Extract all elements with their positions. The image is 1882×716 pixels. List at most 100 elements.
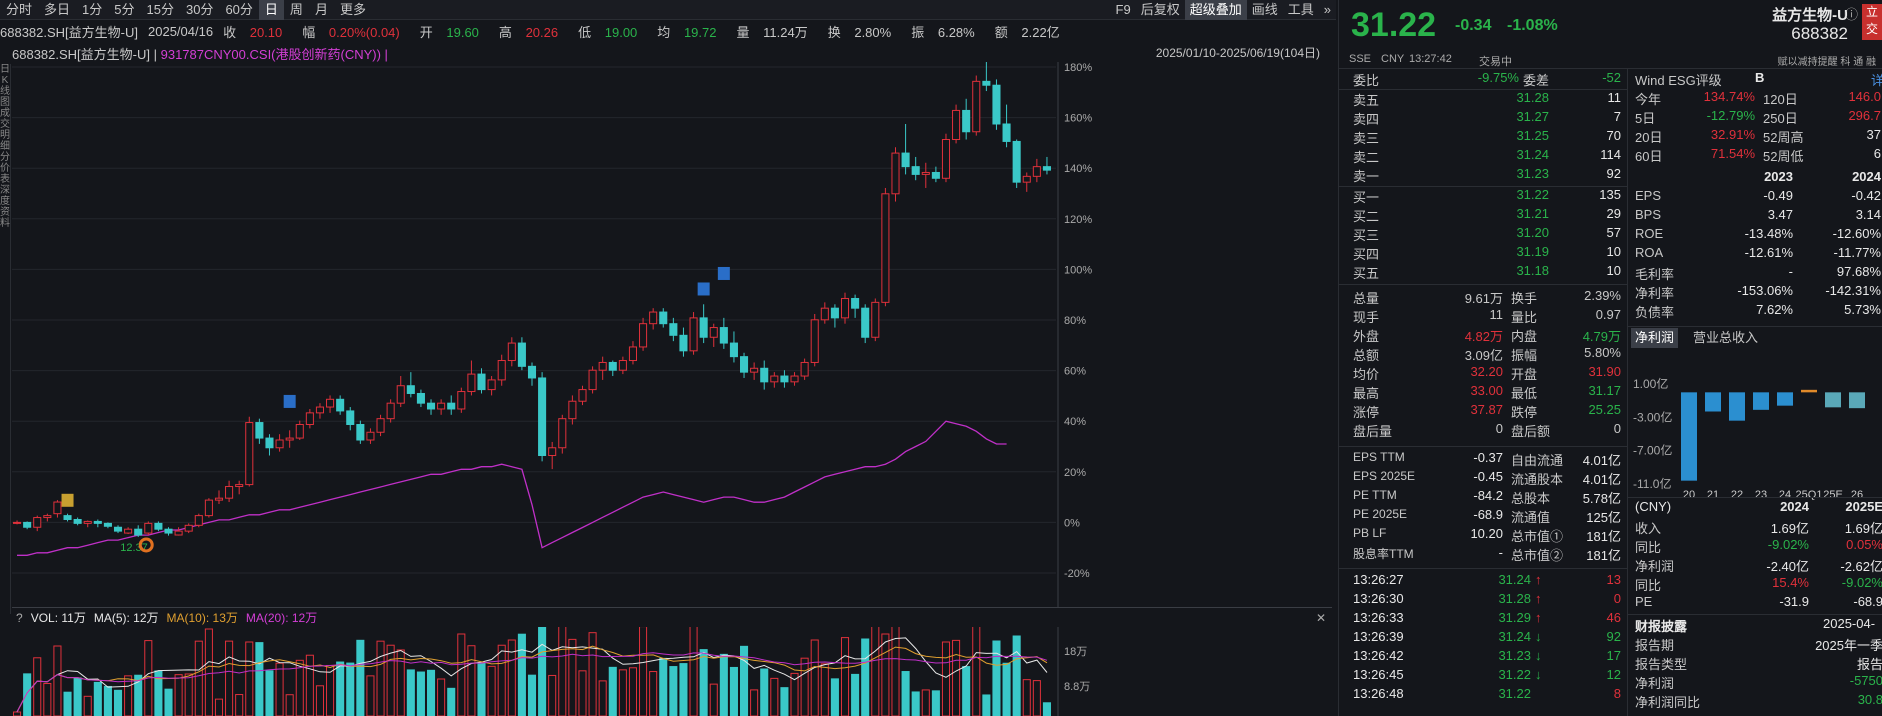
period-tab-3[interactable]: 5分 [108,0,140,20]
candle [255,418,264,444]
wc-value: -52 [1602,70,1621,85]
candle [941,133,951,183]
help-icon[interactable]: ? [16,611,23,625]
legend-overlay[interactable]: 931787CNY00.CSI(港股创新药(CNY)) | [161,47,388,62]
fin-label: BPS [1635,207,1662,222]
candle [962,98,971,140]
fin-label: 净利率 [1635,286,1675,301]
close-icon[interactable]: ✕ [1316,611,1326,625]
period-tab-10[interactable]: 更多 [334,0,372,20]
bid-label: 买三 [1353,228,1380,243]
net-profit-bar [1801,389,1817,393]
fin-tab-1[interactable]: 营业总收入 [1689,328,1762,348]
period-tab-2[interactable]: 1分 [76,0,108,20]
esg-detail-link[interactable]: 详 [1871,70,1882,89]
period-tab-6[interactable]: 60分 [219,0,258,20]
candle [346,407,355,431]
divider [1627,497,1882,498]
candle [699,304,708,344]
ask-price[interactable]: 31.23 [1489,166,1549,181]
volume-bar [881,633,890,716]
candle [1002,104,1011,148]
tool-button-2[interactable]: 超级叠加 [1184,0,1247,20]
side-label-2: 线 [0,86,10,97]
candle [750,362,759,380]
fund-label: EPS 2025E [1353,469,1416,483]
est-head: 2024 [1780,499,1809,514]
bid-price[interactable]: 31.21 [1489,206,1549,221]
stat-value: 32.20 [1470,364,1503,379]
open-value: 19.60 [446,24,479,40]
volume-bar [618,669,627,716]
trade-badge[interactable]: 立 交 [1862,4,1882,40]
ask-size: 7 [1613,109,1621,124]
ma20-label: MA(20): 12万 [245,611,318,625]
tool-button-0[interactable]: F9 [1111,0,1136,20]
stat-label-2: 内盘 [1511,329,1538,344]
status-right[interactable]: 赋以减持提醒 科 通 融 [1778,53,1876,68]
period-tab-5[interactable]: 30分 [180,0,219,20]
fin-value: -12.60% [1832,226,1881,241]
bid-price[interactable]: 31.20 [1489,225,1549,240]
flag-badge-icon[interactable] [717,266,730,280]
fund-value: 10.20 [1470,526,1503,541]
perf-label: 今年 [1635,92,1662,107]
fin-tab-0[interactable]: 净利润 [1631,328,1679,348]
date-range[interactable]: 2025/01/10-2025/06/19(104日) [1156,44,1320,61]
bid-price[interactable]: 31.19 [1489,244,1549,259]
volume-bar [426,669,436,716]
collapse-icon[interactable]: » [1319,0,1336,20]
stat-value: 3.09亿 [1464,348,1503,363]
vol-label: 量 [736,24,750,40]
tick-time: 13:26:48 [1353,686,1404,701]
candle [23,521,32,530]
y-tick-label: 0% [1064,517,1080,529]
ask-price[interactable]: 31.25 [1489,128,1549,143]
ask-price[interactable]: 31.24 [1489,147,1549,162]
flag-badge-icon[interactable] [697,282,710,296]
flag-badge-icon[interactable] [61,493,74,507]
flag-badge-icon[interactable] [283,394,296,408]
fund-label: 股息率TTM [1353,547,1414,561]
volume-bar [285,694,294,716]
report-value: 报告 [1856,657,1882,672]
period-tab-4[interactable]: 15分 [141,0,180,20]
fin-year: 2024 [1852,169,1881,184]
stat-value-2: 4.79万 [1582,329,1621,344]
fin-value: -0.49 [1763,188,1793,203]
info-icon[interactable]: ⓘ [1845,4,1858,23]
bid-price[interactable]: 31.18 [1489,263,1549,278]
volume-bar [952,639,961,716]
fund-value: -84.2 [1473,488,1503,503]
candle [881,187,890,307]
period-tab-7[interactable]: 日 [258,0,284,20]
candle [154,521,163,532]
period-tab-9[interactable]: 月 [309,0,334,20]
volume-bar [406,669,415,716]
fin-value: - [1788,264,1793,279]
y-tick-label: 60% [1064,366,1086,378]
stock-code: 688382 [1791,24,1848,43]
side-label-7: 细 [0,141,10,152]
period-tab-0[interactable]: 分时 [0,0,38,20]
low-label: 低 [578,24,592,40]
period-tab-1[interactable]: 多日 [38,0,76,20]
ask-label: 卖四 [1353,112,1380,127]
tick-price: 31.28 [1498,591,1531,606]
candle [588,366,597,394]
perf-label-2: 52周低 [1763,149,1804,164]
tool-button-3[interactable]: 画线 [1247,0,1283,20]
candle [517,337,526,371]
ask-label: 卖二 [1353,150,1380,165]
perf-label-2: 52周高 [1763,130,1804,145]
candlestick-chart[interactable]: 180%160%140%120%100%80%60%40%20%0%-20%37… [12,62,1332,608]
side-tabs[interactable]: 日K线图成交明细分价表深度资料 [0,64,11,614]
ask-price[interactable]: 31.27 [1489,109,1549,124]
tool-button-4[interactable]: 工具 [1283,0,1319,20]
tool-button-1[interactable]: 后复权 [1136,0,1185,20]
volume-bar [800,657,809,716]
ask-price[interactable]: 31.28 [1489,90,1549,105]
bid-price[interactable]: 31.22 [1489,187,1549,202]
volume-bar [1012,635,1021,716]
period-tab-8[interactable]: 周 [284,0,309,20]
